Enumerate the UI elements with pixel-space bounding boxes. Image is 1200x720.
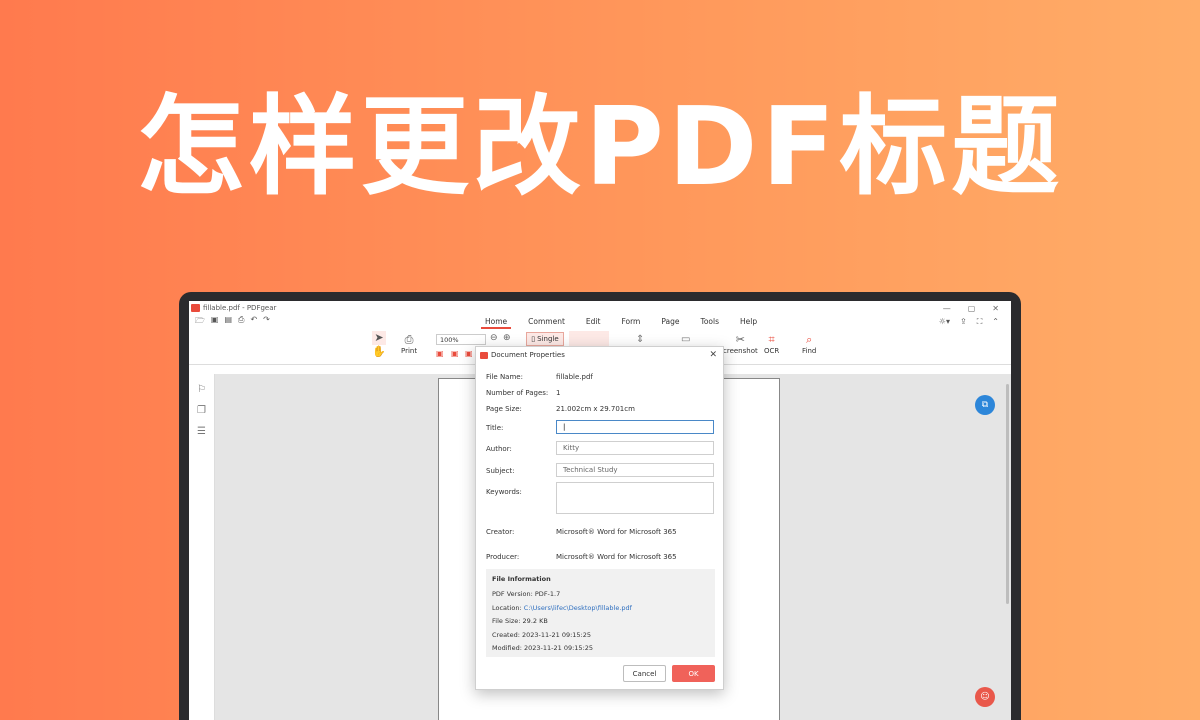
keywords-field[interactable]	[556, 482, 714, 514]
location-label: Location:	[492, 604, 524, 612]
minimize-button[interactable]: —	[943, 304, 951, 313]
save-icon[interactable]: ▣	[211, 315, 219, 329]
modified-date: Modified: 2023-11-21 09:15:25	[492, 644, 594, 652]
share-icon[interactable]: ⇪	[960, 317, 967, 327]
page-size-value: 21.002cm x 29.701cm	[556, 405, 635, 413]
comments-icon[interactable]: ☰	[197, 426, 206, 437]
tab-comment[interactable]: Comment	[524, 316, 569, 329]
bookmark-icon[interactable]: ⚐	[197, 384, 206, 395]
find-label: Find	[802, 347, 817, 355]
dialog-title: Document Properties	[491, 351, 565, 359]
close-window-button[interactable]: ✕	[992, 304, 999, 313]
ocr-icon: ⌗	[768, 333, 775, 346]
keywords-label: Keywords:	[486, 488, 522, 496]
file-size: File Size: 29.2 KB	[492, 617, 548, 625]
translate-float-icon[interactable]: ⧉	[975, 395, 995, 415]
tab-form[interactable]: Form	[617, 316, 644, 329]
hand-icon[interactable]: ✋	[372, 345, 386, 359]
scissors-icon: ✂	[735, 333, 745, 346]
assistant-float-icon[interactable]: ☺	[975, 687, 995, 707]
file-information-panel: File Information PDF Version: PDF-1.7 Lo…	[486, 569, 715, 657]
presentation-icon[interactable]: ▭	[681, 334, 690, 345]
maximize-button[interactable]: ▢	[968, 304, 976, 313]
close-icon[interactable]: ✕	[709, 350, 717, 360]
single-label: Single	[537, 335, 559, 343]
creator-value: Microsoft® Word for Microsoft 365	[556, 528, 677, 536]
print-button[interactable]: ⎙ Print	[401, 333, 417, 355]
ocr-label: OCR	[764, 347, 780, 355]
select-tool[interactable]: ➤ ✋	[372, 331, 386, 359]
page-size-label: Page Size:	[486, 405, 522, 413]
single-page-icon: ▯	[531, 335, 536, 343]
undo-icon[interactable]: ↶	[250, 315, 257, 329]
find-button[interactable]: ⌕ Find	[802, 333, 816, 355]
subject-label: Subject:	[486, 467, 515, 475]
subject-field[interactable]: Technical Study	[556, 463, 714, 477]
pages-value: 1	[556, 389, 561, 397]
left-sidebar: ⚐ ❐ ☰	[189, 374, 215, 720]
open-folder-icon[interactable]: 🗁	[195, 315, 205, 329]
screenshot-button[interactable]: ✂ creenshot	[723, 333, 758, 355]
author-field[interactable]: Kitty	[556, 441, 714, 455]
page-fit-icon[interactable]: ⇕	[636, 334, 644, 345]
producer-value: Microsoft® Word for Microsoft 365	[556, 553, 677, 561]
pdf-version: PDF Version: PDF-1.7	[492, 590, 561, 598]
thumbnails-icon[interactable]: ❐	[197, 405, 206, 416]
location-line: Location: C:\Users\lifec\Desktop\fillabl…	[492, 604, 632, 612]
menu-bar: 🗁 ▣ ▤ ⎙ ↶ ↷ Home Comment Edit Form Page …	[189, 315, 1011, 329]
tab-page[interactable]: Page	[657, 316, 683, 329]
cancel-button[interactable]: Cancel	[623, 665, 666, 682]
title-bar: fillable.pdf - PDFgear — ▢ ✕	[189, 301, 1011, 315]
collapse-ribbon-icon[interactable]: ⌃	[992, 317, 999, 327]
document-properties-dialog: Document Properties ✕ File Name: fillabl…	[475, 346, 724, 690]
screenshot-label: creenshot	[723, 347, 758, 355]
quick-access-toolbar: 🗁 ▣ ▤ ⎙ ↶ ↷	[189, 315, 270, 329]
print-quick-icon[interactable]: ⎙	[238, 315, 244, 329]
dialog-title-bar: Document Properties ✕	[476, 347, 723, 363]
vertical-scrollbar[interactable]	[1006, 384, 1009, 604]
pdfgear-logo-icon	[191, 304, 200, 312]
actual-size-icon[interactable]: ▣	[465, 349, 473, 358]
ok-button[interactable]: OK	[672, 665, 715, 682]
text-cursor: |	[563, 423, 566, 431]
window-title: fillable.pdf - PDFgear	[203, 304, 277, 312]
fullscreen-icon[interactable]: ⛶	[977, 317, 983, 327]
theme-icon[interactable]: ☼▾	[939, 317, 950, 327]
pages-label: Number of Pages:	[486, 389, 549, 397]
file-name-label: File Name:	[486, 373, 523, 381]
title-field[interactable]: |	[556, 420, 714, 434]
redo-icon[interactable]: ↷	[263, 315, 270, 329]
save-as-icon[interactable]: ▤	[224, 315, 232, 329]
dialog-logo-icon	[480, 351, 488, 359]
cursor-icon[interactable]: ➤	[372, 331, 386, 345]
tab-home[interactable]: Home	[481, 316, 512, 329]
file-info-heading: File Information	[492, 575, 551, 583]
creator-label: Creator:	[486, 528, 515, 536]
fit-page-icon[interactable]: ▣	[436, 349, 444, 358]
single-page-button[interactable]: ▯ Single	[526, 332, 564, 346]
headline: 怎样更改PDF标题	[136, 85, 1064, 210]
created-date: Created: 2023-11-21 09:15:25	[492, 631, 592, 639]
location-link[interactable]: C:\Users\lifec\Desktop\fillable.pdf	[524, 604, 632, 612]
printer-icon: ⎙	[404, 333, 414, 346]
tab-edit[interactable]: Edit	[582, 316, 605, 329]
tab-help[interactable]: Help	[736, 316, 761, 329]
zoom-in-icon[interactable]: ⊕	[503, 333, 511, 343]
fit-width-icon[interactable]: ▣	[451, 349, 459, 358]
author-label: Author:	[486, 445, 512, 453]
title-label: Title:	[486, 424, 504, 432]
tab-tools[interactable]: Tools	[697, 316, 723, 329]
ocr-button[interactable]: ⌗ OCR	[764, 333, 779, 355]
zoom-out-icon[interactable]: ⊖	[490, 333, 498, 343]
file-name-value: fillable.pdf	[556, 373, 593, 381]
print-label: Print	[401, 347, 418, 355]
producer-label: Producer:	[486, 553, 520, 561]
zoom-select[interactable]: 100%	[436, 334, 486, 345]
search-icon: ⌕	[806, 333, 813, 346]
